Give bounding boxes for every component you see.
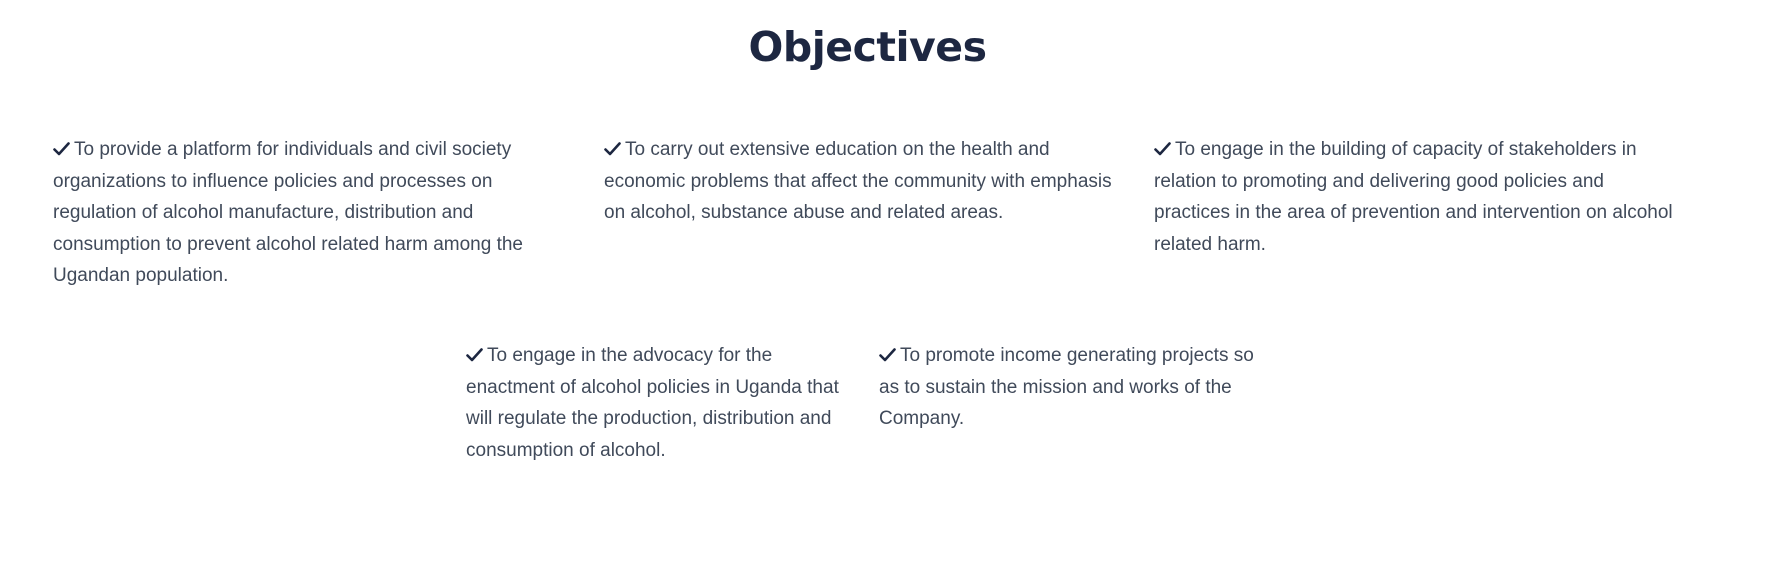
objective-text: To provide a platform for individuals an… bbox=[53, 139, 523, 286]
check-icon bbox=[879, 348, 896, 362]
check-icon bbox=[53, 142, 70, 156]
objective-text: To engage in the advocacy for the enactm… bbox=[466, 345, 839, 461]
objective-text: To engage in the building of capacity of… bbox=[1154, 139, 1673, 255]
objective-text: To carry out extensive education on the … bbox=[604, 139, 1112, 223]
objective-item: To carry out extensive education on the … bbox=[604, 134, 1129, 229]
objective-item: To engage in the advocacy for the enactm… bbox=[466, 340, 846, 466]
check-icon bbox=[466, 348, 483, 362]
objective-item: To engage in the building of capacity of… bbox=[1154, 134, 1684, 260]
objective-item: To promote income generating projects so… bbox=[879, 340, 1271, 435]
objective-item: To provide a platform for individuals an… bbox=[53, 134, 578, 292]
check-icon bbox=[604, 142, 621, 156]
check-icon bbox=[1154, 142, 1171, 156]
section-title: Objectives bbox=[748, 23, 987, 71]
objective-text: To promote income generating projects so… bbox=[879, 345, 1254, 429]
